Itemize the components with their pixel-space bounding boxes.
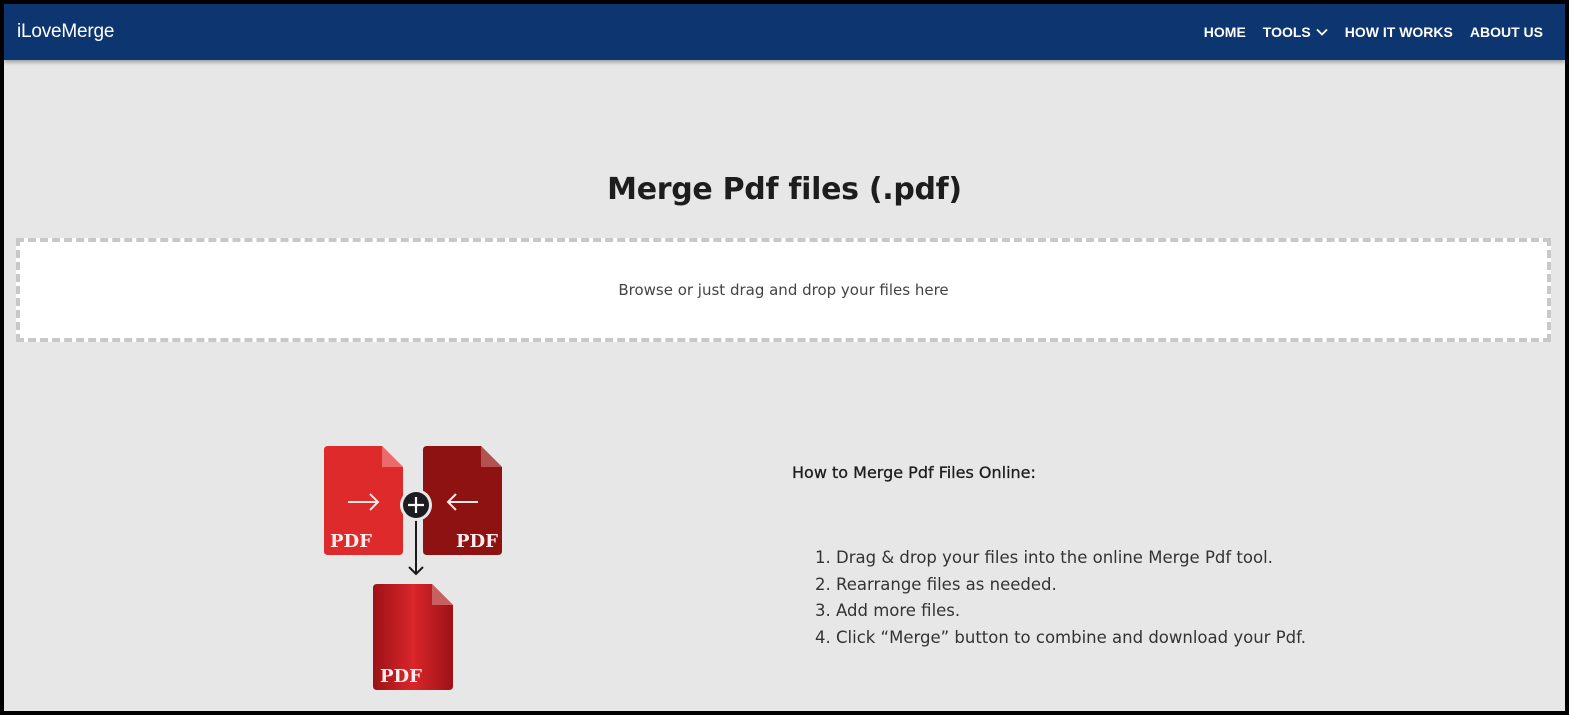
step-item: Add more files. bbox=[836, 598, 1306, 625]
pdf-file-icon: PDF bbox=[324, 446, 403, 555]
nav-how-it-works[interactable]: HOW IT WORKS bbox=[1345, 24, 1453, 40]
page-title: Merge Pdf files (.pdf) bbox=[607, 172, 962, 207]
pdf-label: PDF bbox=[380, 666, 422, 687]
nav-home[interactable]: HOME bbox=[1204, 24, 1246, 40]
how-to-section: How to Merge Pdf Files Online: Drag & dr… bbox=[792, 463, 1306, 651]
nav-about-us[interactable]: ABOUT US bbox=[1470, 24, 1543, 40]
chevron-down-icon bbox=[1316, 28, 1328, 36]
nav-tools-label: TOOLS bbox=[1262, 24, 1311, 40]
navbar: iLoveMerge HOME TOOLS HOW IT WORKS ABOUT… bbox=[4, 4, 1565, 60]
merge-illustration: PDF PDF PDF bbox=[324, 446, 502, 690]
step-item: Rearrange files as needed. bbox=[836, 572, 1306, 599]
nav-home-label: HOME bbox=[1203, 24, 1246, 40]
pdf-file-icon: PDF bbox=[373, 584, 453, 690]
step-item: Drag & drop your files into the online M… bbox=[836, 545, 1306, 572]
pdf-label: PDF bbox=[330, 531, 372, 552]
step-item: Click “Merge” button to combine and down… bbox=[836, 625, 1306, 652]
nav-how-it-works-label: HOW IT WORKS bbox=[1344, 24, 1453, 40]
page-frame: iLoveMerge HOME TOOLS HOW IT WORKS ABOUT… bbox=[4, 4, 1565, 711]
pdf-file-icon: PDF bbox=[423, 446, 502, 555]
file-dropzone[interactable]: Browse or just drag and drop your files … bbox=[16, 238, 1551, 342]
pdf-label: PDF bbox=[456, 531, 498, 552]
main-nav: HOME TOOLS HOW IT WORKS ABOUT US bbox=[1187, 24, 1543, 40]
plus-icon bbox=[400, 489, 432, 521]
how-to-heading: How to Merge Pdf Files Online: bbox=[792, 463, 1036, 482]
dropzone-text: Browse or just drag and drop your files … bbox=[618, 281, 949, 299]
nav-tools[interactable]: TOOLS bbox=[1263, 24, 1328, 40]
how-to-steps: Drag & drop your files into the online M… bbox=[792, 545, 1306, 651]
nav-about-us-label: ABOUT US bbox=[1469, 24, 1543, 40]
brand-logo[interactable]: iLoveMerge bbox=[17, 21, 114, 43]
